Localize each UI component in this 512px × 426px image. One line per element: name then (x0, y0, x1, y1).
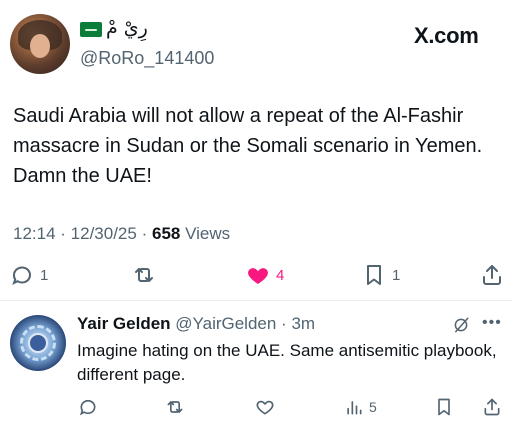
reply-views-count: 5 (369, 399, 377, 415)
author-avatar[interactable] (10, 14, 70, 74)
meta-separator: · (141, 224, 152, 243)
reply-repost-button[interactable] (165, 396, 185, 418)
reply-views-button[interactable]: 5 (344, 396, 377, 418)
post-meta: 12:14 · 12/30/25 · 658 Views (13, 223, 230, 245)
reply-count: 1 (40, 266, 49, 284)
post-text: Saudi Arabia will not allow a repeat of … (13, 105, 483, 187)
like-button[interactable]: 4 (246, 262, 284, 288)
post-time[interactable]: 12:14 (13, 224, 56, 243)
reply-share-button[interactable] (482, 396, 502, 418)
repost-button[interactable] (132, 262, 162, 288)
views-count: 658 (151, 224, 181, 243)
section-divider (0, 300, 512, 301)
bookmark-count: 1 (392, 266, 401, 284)
reply-icon (79, 399, 96, 416)
bookmark-icon (367, 265, 381, 285)
author-display-name[interactable]: رِيْ مْ (106, 16, 148, 40)
like-count: 4 (276, 266, 285, 284)
heart-filled-icon (248, 268, 268, 284)
views-label: Views (185, 224, 231, 243)
bookmark-icon (438, 398, 450, 416)
reply-button[interactable]: 1 (10, 262, 48, 288)
share-button[interactable] (480, 262, 504, 288)
reply-author-handle[interactable]: @YairGelden (175, 314, 276, 333)
x-com-watermark: X.com (414, 23, 479, 48)
share-icon (483, 265, 501, 285)
share-icon (484, 398, 500, 416)
meta-separator: · (60, 224, 71, 243)
reply-like-button[interactable] (255, 396, 275, 418)
repost-icon (135, 268, 153, 282)
reply-icon (12, 266, 31, 286)
bookmark-button[interactable]: 1 (362, 262, 400, 288)
saudi-flag-icon (80, 22, 102, 37)
analytics-icon (347, 401, 362, 415)
reply-author-avatar[interactable] (10, 315, 66, 371)
reply-bookmark-button[interactable] (434, 396, 454, 418)
grok-icon[interactable] (452, 316, 470, 334)
reply-text: Imagine hating on the UAE. Same antisemi… (77, 341, 497, 384)
reply-author-name[interactable]: Yair Gelden (77, 314, 171, 333)
heart-icon (256, 400, 274, 415)
more-options-icon[interactable]: ••• (482, 314, 502, 332)
repost-icon (167, 401, 183, 413)
post-date[interactable]: 12/30/25 (71, 224, 137, 243)
author-handle[interactable]: @RoRo_141400 (80, 47, 214, 69)
reply-header: Yair Gelden @YairGelden · 3m (77, 313, 315, 335)
reply-reply-button[interactable] (78, 396, 98, 418)
reply-separator: · (276, 314, 292, 333)
reply-time[interactable]: 3m (291, 314, 315, 333)
